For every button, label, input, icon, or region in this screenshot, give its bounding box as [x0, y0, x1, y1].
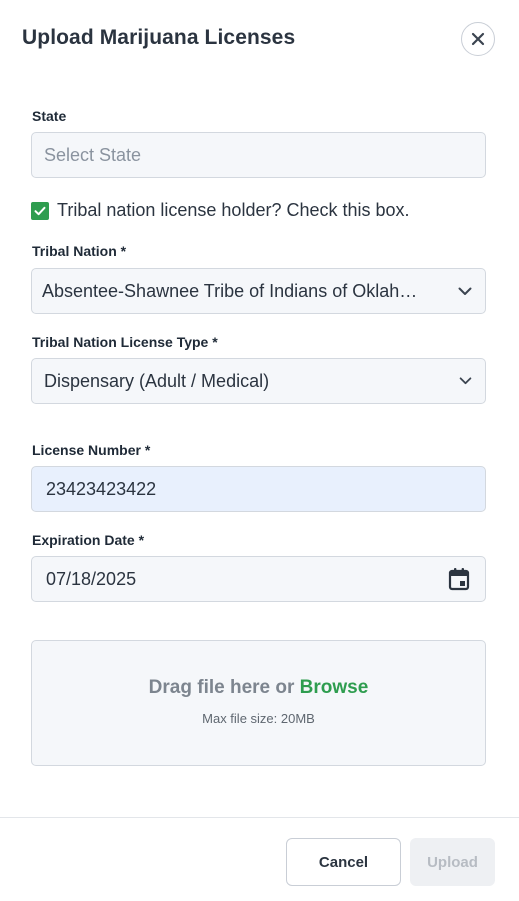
tribal-nation-value: Absentee-Shawnee Tribe of Indians of Okl… [42, 280, 418, 301]
tribal-checkbox[interactable] [31, 201, 49, 220]
file-dropzone[interactable]: Drag file here or Browse Max file size: … [31, 640, 486, 766]
tribal-nation-select[interactable]: Absentee-Shawnee Tribe of Indians of Okl… [31, 268, 486, 314]
dropzone-text: Drag file here or Browse [32, 677, 485, 699]
license-type-value: Dispensary (Adult / Medical) [44, 370, 270, 391]
state-select[interactable]: Select State [31, 132, 486, 178]
checkmark-icon [34, 206, 46, 215]
modal-title: Upload Marijuana Licenses [22, 26, 296, 49]
license-type-label: Tribal Nation License Type * [32, 334, 218, 350]
dropzone-drag-text: Drag file here or [148, 677, 295, 698]
tribal-checkbox-label: Tribal nation license holder? Check this… [57, 200, 410, 220]
license-number-label: License Number * [32, 442, 151, 458]
tribal-nation-label: Tribal Nation * [32, 243, 127, 259]
license-number-value: 23423423422 [46, 478, 157, 499]
license-type-select[interactable]: Dispensary (Adult / Medical) [31, 358, 486, 404]
max-file-size: Max file size: 20MB [202, 711, 315, 726]
close-button[interactable] [461, 22, 495, 56]
chevron-down-icon [445, 377, 485, 385]
cancel-button[interactable]: Cancel [286, 838, 401, 886]
calendar-icon[interactable] [433, 567, 485, 591]
expiration-label: Expiration Date * [32, 532, 145, 548]
browse-link[interactable]: Browse [300, 677, 369, 698]
upload-button[interactable]: Upload [410, 838, 495, 886]
expiration-date-input[interactable]: 07/18/2025 [31, 556, 486, 602]
close-icon [471, 32, 485, 46]
footer-divider [0, 817, 519, 818]
tribal-checkbox-row[interactable]: Tribal nation license holder? Check this… [31, 200, 410, 221]
expiration-value: 07/18/2025 [46, 568, 137, 589]
state-placeholder: Select State [44, 144, 142, 165]
state-label: State [32, 108, 67, 124]
upload-licenses-modal: Upload Marijuana Licenses State Select S… [0, 0, 519, 901]
chevron-down-icon [445, 287, 485, 296]
license-number-input[interactable]: 23423423422 [31, 466, 486, 512]
